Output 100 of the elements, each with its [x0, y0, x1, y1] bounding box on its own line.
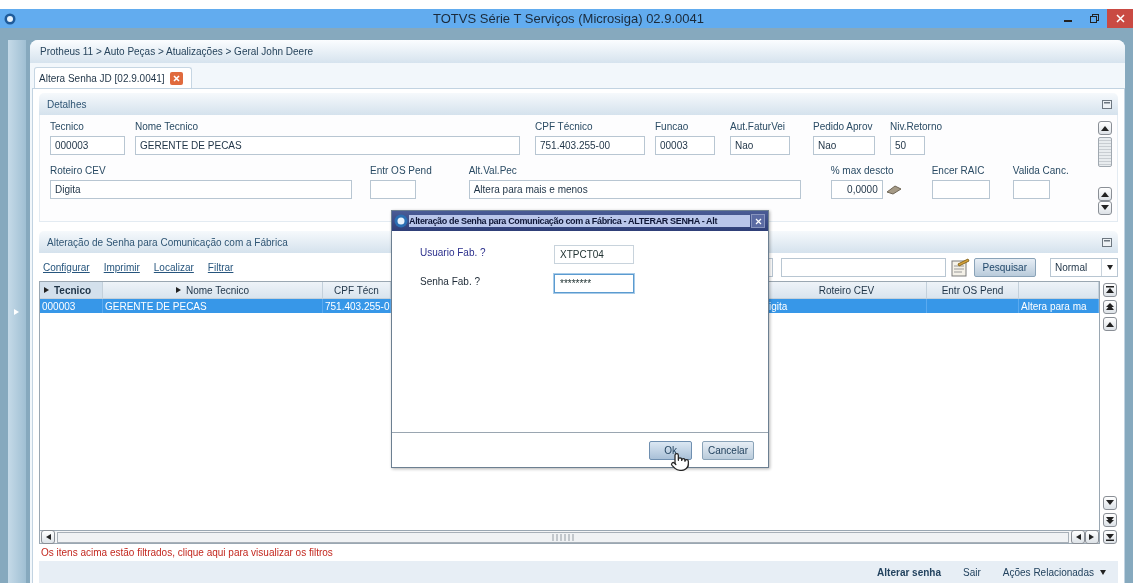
- arrow-icon: [1089, 534, 1095, 540]
- footer-action[interactable]: Ações Relacionadas: [1002, 566, 1106, 578]
- down-arrow-icon: [1101, 204, 1109, 212]
- column-header[interactable]: Nome Tecnico: [103, 282, 323, 298]
- minimize-icon[interactable]: [1102, 237, 1112, 247]
- input-field[interactable]: Altera para mais e menos: [468, 180, 801, 199]
- scroll-button[interactable]: [1085, 530, 1099, 544]
- input-field[interactable]: [370, 180, 416, 199]
- input-field[interactable]: Digita: [50, 180, 352, 199]
- input-field[interactable]: 00003: [655, 136, 715, 155]
- notepad-icon[interactable]: [949, 257, 970, 277]
- input-field[interactable]: 000003: [50, 136, 125, 155]
- field-label: Entr OS Pend: [370, 165, 432, 178]
- panel-title: Detalhes: [47, 98, 87, 110]
- input-field[interactable]: ********: [554, 274, 634, 293]
- column-label: Nome Tecnico: [185, 284, 250, 296]
- dialog-button[interactable]: Cancelar: [701, 440, 754, 460]
- column-header[interactable]: Entr OS Pend: [927, 282, 1019, 298]
- app-logo-icon: [394, 214, 408, 228]
- input-field[interactable]: [931, 180, 990, 199]
- close-icon: [754, 217, 762, 225]
- input-field[interactable]: XTPCT04: [554, 245, 634, 264]
- toolbar-link[interactable]: Filtrar: [207, 261, 234, 273]
- footer-action[interactable]: Alterar senha: [877, 566, 942, 578]
- search-field[interactable]: [780, 257, 946, 277]
- view-select[interactable]: Normal: [1050, 257, 1118, 277]
- up-arrow-icon: [1101, 124, 1109, 132]
- filter-notice[interactable]: Os itens acima estão filtrados, clique aqui para visualizar os filtros: [39, 544, 1118, 561]
- scroll-button[interactable]: [1103, 496, 1117, 510]
- expand-arrow-icon: [175, 287, 182, 293]
- field-label: Tecnico: [50, 121, 85, 134]
- scroll-button[interactable]: [1103, 283, 1117, 297]
- column-label: Roteiro CEV: [818, 284, 875, 296]
- side-panel-handle[interactable]: [8, 40, 26, 583]
- scroll-button[interactable]: [1103, 300, 1117, 314]
- scroll-button[interactable]: [1071, 530, 1085, 544]
- field-label: Roteiro CEV: [50, 165, 107, 178]
- input-field[interactable]: Nao: [730, 136, 790, 155]
- field-label: Valida Canc.: [1012, 165, 1069, 178]
- down-arrow-icon: [1106, 533, 1114, 541]
- table-cell: GERENTE DE PECAS: [103, 299, 323, 313]
- field-label: Nome Tecnico: [135, 121, 200, 134]
- column-header[interactable]: Tecnico: [40, 282, 103, 298]
- tab[interactable]: Altera Senha JD [02.9.0041]: [34, 67, 192, 88]
- scroll-button[interactable]: [1103, 530, 1117, 544]
- panel-title: Alteração de Senha para Comunicação com a Fábrica: [47, 236, 288, 248]
- input-field[interactable]: Nao: [813, 136, 875, 155]
- input-field[interactable]: 50: [890, 136, 925, 155]
- close-button[interactable]: [751, 214, 765, 228]
- scroll-button[interactable]: [1103, 317, 1117, 331]
- footer-action[interactable]: Sair: [963, 566, 981, 578]
- column-label: Tecnico: [54, 284, 92, 296]
- toolbar-link[interactable]: Localizar: [153, 261, 194, 273]
- field-label: Senha Fab. ?: [420, 275, 482, 287]
- scroll-button[interactable]: [41, 530, 55, 544]
- caret-icon: [1100, 569, 1106, 575]
- input-field[interactable]: 751.403.255-00: [535, 136, 645, 155]
- toolbar-link[interactable]: Configurar: [43, 261, 90, 273]
- arrow-icon: [1075, 534, 1081, 540]
- input-field[interactable]: GERENTE DE PECAS: [135, 136, 520, 155]
- down-arrow-icon: [1106, 516, 1114, 524]
- scroll-button[interactable]: [1098, 201, 1112, 215]
- field-label: Pedido Aprov: [813, 121, 874, 134]
- dialog-button[interactable]: Ok: [649, 440, 692, 460]
- down-arrow-icon: [1106, 499, 1114, 507]
- up-arrow-icon: [1106, 320, 1114, 328]
- scroll-button[interactable]: [1098, 187, 1112, 201]
- field-label: Niv.Retorno: [890, 121, 943, 134]
- up-arrow-icon: [1106, 286, 1114, 294]
- arrow-icon: [1106, 264, 1113, 270]
- dialog-title: Alteração de Senha para Comunicação com a Fábrica - ALTERAR SENHA - Alt: [409, 215, 750, 227]
- minimize-icon[interactable]: [1102, 99, 1112, 109]
- field-label: CPF Técnico: [535, 121, 594, 134]
- field-label: Usuario Fab. ?: [420, 246, 487, 258]
- column-label: Entr OS Pend: [941, 284, 1004, 296]
- close-button[interactable]: [1107, 9, 1133, 28]
- expand-arrow-icon: [44, 287, 50, 293]
- breadcrumb: Protheus 11 > Auto Peças > Atualizações > Geral John Deere: [30, 40, 1125, 63]
- field-label: Aut.FaturVei: [730, 121, 787, 134]
- scroll-button[interactable]: [1098, 121, 1112, 135]
- up-arrow-icon: [1106, 303, 1114, 311]
- scroll-button[interactable]: [1103, 513, 1117, 527]
- input-field[interactable]: [1012, 180, 1050, 199]
- field-label: Encer RAIC: [931, 165, 986, 178]
- expand-arrow-icon: [14, 308, 20, 315]
- field-label: Alt.Val.Pec: [468, 165, 518, 178]
- field-label: % max descto: [830, 165, 895, 178]
- restore-icon: [1089, 14, 1099, 23]
- table-cell: Altera para ma: [1019, 299, 1099, 313]
- scrollbar-thumb[interactable]: [1098, 137, 1112, 167]
- toolbar-link[interactable]: Imprimir: [103, 261, 140, 273]
- close-icon[interactable]: [169, 71, 183, 85]
- window-title: TOTVS Série T Serviços (Microsiga) 02.9.0041: [432, 11, 705, 26]
- table-cell: 000003: [40, 299, 103, 313]
- input-field[interactable]: 0,0000: [830, 180, 883, 199]
- up-arrow-icon: [1101, 190, 1109, 198]
- close-icon: [1115, 14, 1125, 23]
- eraser-icon[interactable]: [885, 184, 902, 195]
- search-button[interactable]: Pesquisar: [973, 257, 1036, 277]
- app-logo-icon: [4, 12, 16, 25]
